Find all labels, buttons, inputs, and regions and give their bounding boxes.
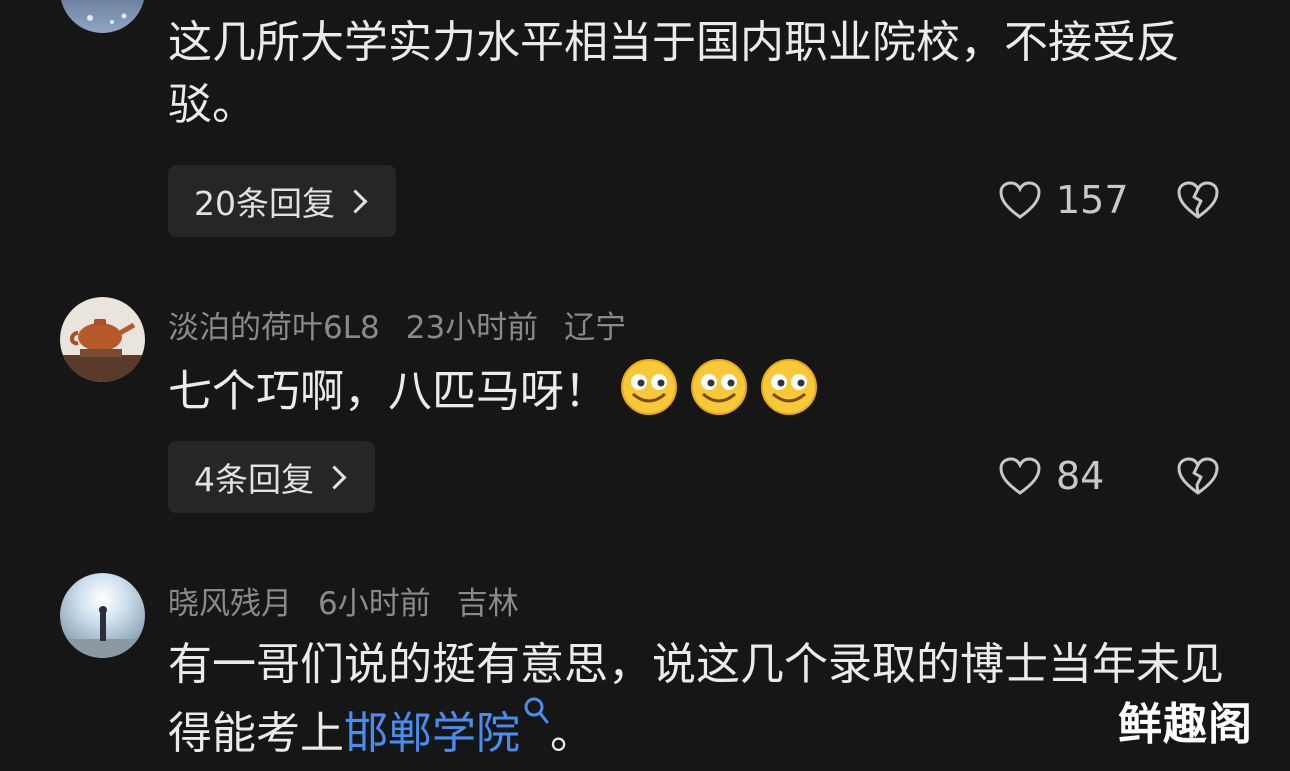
view-replies-button[interactable]: 20条回复: [168, 165, 396, 237]
location: 辽宁: [564, 310, 627, 346]
smile-emoji-icon: [761, 359, 817, 415]
like-count: 157: [1056, 178, 1129, 222]
replies-label: 4条回复: [194, 460, 314, 499]
like-count: 84: [1056, 454, 1105, 498]
smile-emoji-icon: [621, 359, 677, 415]
heart-icon: [999, 457, 1041, 495]
search-link[interactable]: 邯郸学院: [344, 708, 520, 759]
dislike-button[interactable]: [1176, 456, 1220, 500]
comment-meta: 淡泊的荷叶6L8 23小时前 辽宁: [168, 302, 652, 347]
comment-meta: 晓风残月 6小时前 吉林: [168, 578, 545, 623]
location: 吉林: [456, 586, 519, 622]
broken-heart-icon: [1177, 457, 1219, 495]
comment-text: 七个巧啊，八匹马呀！: [168, 358, 1238, 423]
comment-text-end: 。: [550, 708, 594, 759]
like-button[interactable]: 157: [998, 178, 1129, 222]
replies-label: 20条回复: [194, 184, 335, 223]
broken-heart-icon: [1177, 181, 1219, 219]
username[interactable]: 淡泊的荷叶6L8: [168, 310, 380, 346]
username[interactable]: 晓风残月: [168, 586, 292, 622]
timestamp: 6小时前: [318, 586, 431, 622]
avatar[interactable]: [60, 297, 145, 382]
dislike-button[interactable]: [1176, 180, 1220, 224]
like-button[interactable]: 84: [998, 454, 1104, 498]
timestamp: 23小时前: [405, 310, 539, 346]
chevron-right-icon: [343, 188, 368, 214]
search-icon[interactable]: [522, 696, 550, 730]
view-replies-button[interactable]: 4条回复: [168, 441, 375, 513]
avatar[interactable]: [60, 0, 145, 33]
avatar[interactable]: [60, 573, 145, 658]
watermark-logo: 鲜趣阁: [1118, 699, 1253, 750]
comment-text-content: 有一哥们说的挺有意思，说这几个录取的博士当年未见得能考上: [168, 639, 1224, 759]
comment-text: 有一哥们说的挺有意思，说这几个录取的博士当年未见得能考上邯郸学院。: [168, 634, 1238, 765]
smile-emoji-icon: [691, 359, 747, 415]
comment-text: 这几所大学实力水平相当于国内职业院校，不接受反驳。: [168, 17, 1180, 130]
comment-text-content: 七个巧啊，八匹马呀！: [168, 366, 608, 417]
heart-icon: [999, 181, 1041, 219]
chevron-right-icon: [322, 464, 347, 490]
